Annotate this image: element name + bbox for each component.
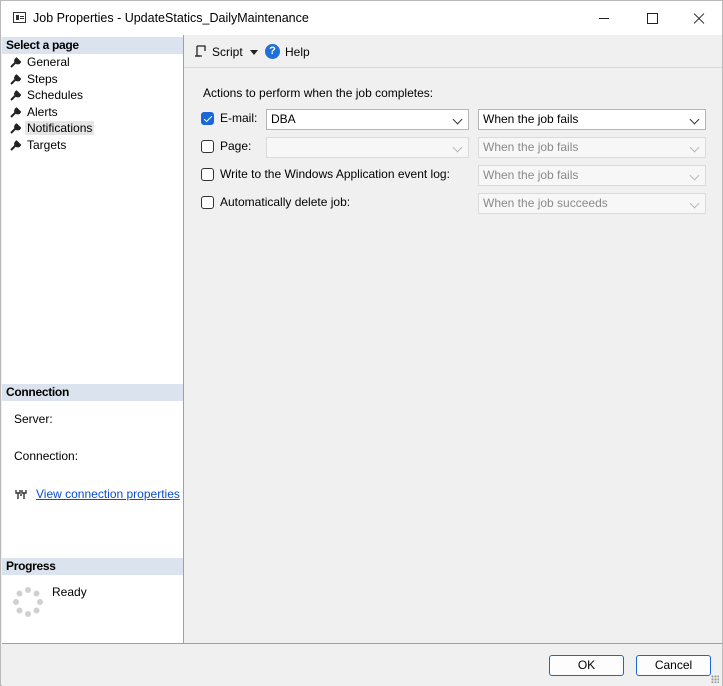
page-item-notifications[interactable]: Notifications: [2, 120, 183, 137]
page-label: Page:: [220, 139, 252, 153]
page-item-general[interactable]: General: [2, 54, 183, 71]
eventlog-condition-value: When the job fails: [483, 168, 579, 182]
script-dropdown-chevron-icon[interactable]: [250, 50, 258, 55]
connection-plug-icon: [14, 487, 28, 501]
delete-condition-value: When the job succeeds: [483, 196, 608, 210]
page-item-label: General: [27, 55, 70, 69]
wrench-icon: [10, 123, 22, 134]
page-condition-value: When the job fails: [483, 140, 579, 154]
email-label: E-mail:: [220, 111, 258, 125]
maximize-button[interactable]: [629, 1, 675, 35]
wrench-icon: [10, 106, 22, 118]
left-pane: Select a page General Steps Schedules Al…: [2, 35, 184, 643]
page-condition-select[interactable]: When the job fails: [478, 137, 706, 158]
page-item-label: Targets: [27, 137, 67, 152]
page-item-label: Schedules: [27, 88, 84, 102]
page-operator-select[interactable]: [266, 137, 469, 158]
title-bar[interactable]: Job Properties - UpdateStatics_DailyMain…: [1, 1, 722, 35]
email-condition-value: When the job fails: [483, 112, 579, 126]
delete-condition-select[interactable]: When the job succeeds: [478, 193, 706, 214]
page-item-label: Alerts: [27, 104, 58, 119]
help-button[interactable]: Help: [285, 45, 310, 59]
toolbar: Script ? Help: [184, 35, 722, 68]
delete-job-checkbox[interactable]: [201, 196, 214, 209]
help-icon[interactable]: ?: [265, 44, 280, 59]
chevron-down-icon: [689, 198, 700, 209]
minimize-button[interactable]: [581, 1, 627, 35]
page-list: General Steps Schedules Alerts Notificat…: [2, 54, 183, 153]
window-title: Job Properties - UpdateStatics_DailyMain…: [33, 11, 309, 25]
chevron-down-icon: [689, 142, 700, 153]
actions-label: Actions to perform when the job complete…: [203, 86, 434, 100]
wrench-icon: [10, 90, 22, 101]
view-connection-properties-link[interactable]: View connection properties: [36, 487, 180, 501]
eventlog-label: Write to the Windows Application event l…: [220, 167, 450, 181]
page-item-label: Steps: [27, 71, 58, 86]
window-app-icon: [13, 12, 26, 23]
page-item-steps[interactable]: Steps: [2, 71, 183, 88]
email-condition-select[interactable]: When the job fails: [478, 109, 706, 130]
delete-job-label: Automatically delete job:: [220, 195, 351, 209]
progress-status: Ready: [52, 585, 87, 599]
page-item-label: Notifications: [25, 121, 95, 135]
resize-grip-icon[interactable]: [711, 675, 719, 683]
wrench-icon: [10, 139, 22, 151]
select-page-header: Select a page: [2, 37, 183, 54]
progress-header: Progress: [2, 558, 183, 575]
script-icon[interactable]: [194, 44, 208, 58]
connection-header: Connection: [2, 384, 183, 401]
chevron-down-icon: [452, 114, 463, 125]
page-item-targets[interactable]: Targets: [2, 137, 183, 154]
eventlog-condition-select[interactable]: When the job fails: [478, 165, 706, 186]
chevron-down-icon: [452, 142, 463, 153]
notifications-panel: Script ? Help Actions to perform when th…: [184, 35, 722, 643]
chevron-down-icon: [689, 170, 700, 181]
page-item-schedules[interactable]: Schedules: [2, 87, 183, 104]
wrench-icon: [10, 57, 22, 68]
chevron-down-icon: [689, 114, 700, 125]
job-properties-window: Job Properties - UpdateStatics_DailyMain…: [0, 0, 723, 686]
dialog-footer: OK Cancel: [2, 643, 722, 686]
connection-label: Connection:: [14, 449, 79, 463]
page-checkbox[interactable]: [201, 140, 214, 153]
ok-button[interactable]: OK: [549, 655, 624, 676]
script-button[interactable]: Script: [212, 45, 243, 59]
close-button[interactable]: [675, 1, 721, 35]
eventlog-checkbox[interactable]: [201, 168, 214, 181]
cancel-button[interactable]: Cancel: [636, 655, 711, 676]
email-operator-value: DBA: [271, 112, 296, 126]
page-item-alerts[interactable]: Alerts: [2, 104, 183, 121]
server-label: Server:: [14, 412, 53, 426]
wrench-icon: [10, 73, 22, 85]
email-operator-select[interactable]: DBA: [266, 109, 469, 130]
email-checkbox[interactable]: [201, 112, 214, 125]
progress-spinner-icon: [11, 585, 45, 619]
